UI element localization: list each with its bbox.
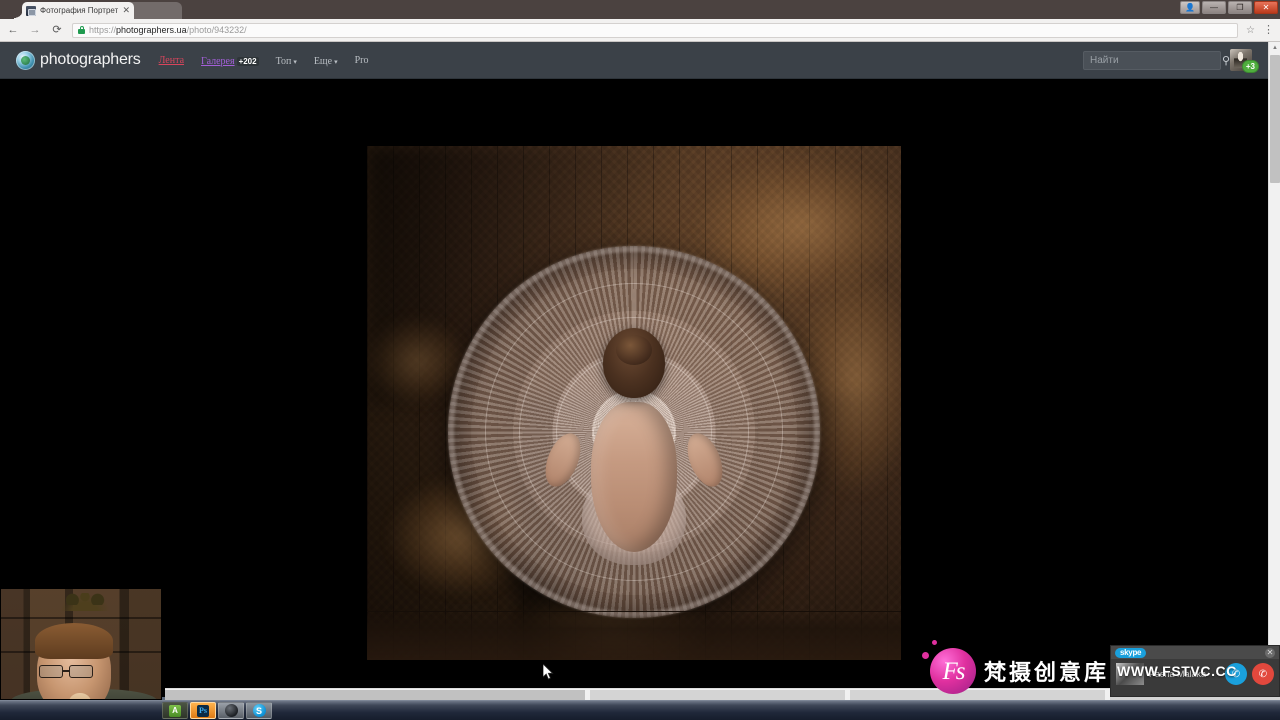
skype-decline-button[interactable]: ✆ [1252, 663, 1274, 685]
horizontal-scroll-thumb[interactable] [165, 690, 585, 700]
avatar-wrap[interactable]: +3 [1230, 49, 1252, 71]
torso-back [591, 402, 677, 552]
logo-text: photographers [40, 51, 141, 69]
ballerina-figure [448, 246, 820, 618]
lock-icon [78, 26, 85, 34]
search-box[interactable]: ⚲ [1083, 51, 1221, 70]
taskbar-glyph-ps: Ps [197, 705, 209, 717]
taskbar-glyph-dark [225, 704, 238, 717]
nav-item-more[interactable]: Еще [314, 56, 332, 67]
taskbar-item-photoshop[interactable]: Ps [190, 702, 216, 719]
url-text: https://photographers.ua/photo/943232/ [89, 23, 247, 38]
site-header: photographers Лента Галерея+202 Топ▾ Еще… [0, 42, 1268, 79]
url-path: /photo/943232/ [187, 25, 247, 35]
taskbar-item-app-green[interactable]: A [162, 702, 188, 719]
webcam-shelf-1 [1, 617, 161, 619]
vertical-scroll-thumb[interactable] [1270, 55, 1280, 183]
nav-item-top-wrap[interactable]: Топ▾ [276, 51, 297, 69]
reload-icon[interactable]: ⟳ [50, 25, 64, 36]
gallery-count-badge: +202 [237, 57, 259, 66]
tab-title: Фотография Портрет / ... [40, 2, 118, 19]
taskbar: A Ps S [0, 700, 1280, 720]
url-scheme: https:// [89, 25, 116, 35]
webcam-glasses-left [39, 665, 63, 678]
taskbar-glyph-a: A [169, 705, 181, 717]
url-host: photographers.ua [116, 25, 187, 35]
tab-close-icon[interactable]: ✕ [122, 6, 130, 15]
photo-stage [0, 79, 1268, 697]
nav-item-top[interactable]: Топ [276, 56, 292, 67]
taskbar-item-dark-app[interactable] [218, 702, 244, 719]
vertical-scrollbar[interactable]: ▲ ▼ [1268, 42, 1280, 697]
chevron-down-icon-2: ▾ [334, 59, 338, 66]
tab-strip: Фотография Портрет / ... ✕ 👤 — ❐ ✕ [0, 0, 1280, 19]
bookmark-star-icon[interactable]: ☆ [1246, 25, 1255, 36]
notification-badge: +3 [1242, 60, 1259, 73]
background-window-ghost [130, 2, 182, 19]
screen: Фотография Портрет / ... ✕ 👤 — ❐ ✕ ← → ⟳… [0, 0, 1280, 720]
watermark-logo-text: Fs [943, 659, 964, 684]
search-input[interactable] [1090, 55, 1222, 66]
window-controls: 👤 — ❐ ✕ [1180, 1, 1278, 14]
logo-icon [16, 51, 35, 70]
watermark-url-text: WWW.FSTVC.CC [1117, 663, 1237, 679]
search-icon[interactable]: ⚲ [1222, 54, 1230, 67]
favicon-icon [26, 6, 36, 16]
close-button[interactable]: ✕ [1254, 1, 1278, 14]
browser-window: Фотография Портрет / ... ✕ 👤 — ❐ ✕ ← → ⟳… [0, 0, 1280, 697]
scroll-up-arrow[interactable]: ▲ [1269, 42, 1280, 54]
hair-bun [616, 335, 652, 365]
taskbar-glyph-skype: S [253, 704, 266, 717]
site-logo[interactable]: photographers [16, 51, 141, 70]
address-bar[interactable]: https://photographers.ua/photo/943232/ [72, 23, 1238, 38]
chevron-down-icon: ▾ [293, 59, 297, 66]
nav-item-more-wrap[interactable]: Еще▾ [314, 51, 338, 69]
photo-image[interactable] [367, 146, 901, 679]
nav-item-gallery-wrap: Галерея+202 [201, 51, 259, 69]
webcam-plant [56, 591, 114, 611]
nav-item-pro[interactable]: Pro [355, 55, 369, 66]
user-profile-button[interactable]: 👤 [1180, 1, 1200, 14]
browser-toolbar: ← → ⟳ https://photographers.ua/photo/943… [0, 19, 1280, 42]
minimize-button[interactable]: — [1202, 1, 1226, 14]
nav-item-lenta[interactable]: Лента [159, 55, 184, 66]
chrome-menu-icon[interactable]: ⋮ [1263, 25, 1274, 36]
page-content: photographers Лента Галерея+202 Топ▾ Еще… [0, 42, 1268, 697]
webcam-person-hair [35, 623, 113, 659]
webcam-glasses-right [69, 665, 93, 678]
watermark: Fs 梵摄创意库 WWW.FSTVC.CC [930, 648, 1237, 694]
back-icon[interactable]: ← [6, 25, 20, 36]
forward-icon[interactable]: → [28, 25, 42, 36]
webcam-glasses-bridge [63, 670, 69, 672]
header-right: ⚲ +3 [1083, 49, 1252, 71]
skype-close-icon[interactable]: ✕ [1265, 648, 1275, 658]
maximize-button[interactable]: ❐ [1228, 1, 1252, 14]
watermark-chinese-text: 梵摄创意库 [984, 655, 1109, 687]
webcam-overlay[interactable] [0, 588, 162, 700]
nav-item-gallery[interactable]: Галерея [201, 56, 235, 67]
browser-tab[interactable]: Фотография Портрет / ... ✕ [22, 2, 134, 19]
taskbar-item-skype[interactable]: S [246, 702, 272, 719]
hscroll-segment-1 [590, 690, 845, 700]
mouse-cursor [543, 664, 554, 680]
watermark-logo-icon: Fs [930, 648, 976, 694]
main-nav: Лента Галерея+202 Топ▾ Еще▾ Pro [159, 51, 369, 69]
